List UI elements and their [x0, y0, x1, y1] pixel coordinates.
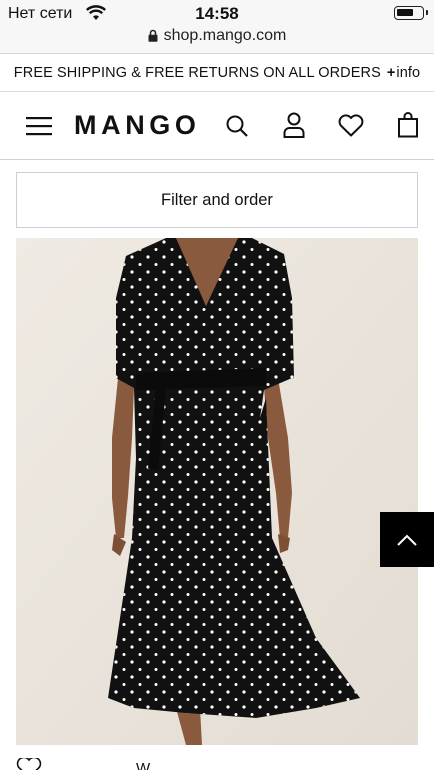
product-photo — [16, 238, 418, 745]
brand-logo[interactable]: MANGO — [74, 110, 201, 141]
user-icon[interactable] — [283, 112, 305, 138]
status-time: 14:58 — [195, 4, 239, 23]
promo-text: FREE SHIPPING & FREE RETURNS ON ALL ORDE… — [13, 64, 381, 81]
browser-url-bar[interactable]: shop.mango.com — [0, 27, 434, 54]
lock-icon — [148, 29, 158, 42]
promo-banner: FREE SHIPPING & FREE RETURNS ON ALL ORDE… — [0, 54, 434, 92]
site-header: MANGO — [0, 92, 434, 160]
url-text: shop.mango.com — [163, 27, 287, 44]
promo-info-link[interactable]: +info — [387, 65, 420, 81]
product-image[interactable] — [16, 238, 418, 745]
product-name[interactable]: W... — [136, 760, 162, 770]
search-icon[interactable] — [225, 114, 249, 138]
bag-icon[interactable] — [398, 112, 418, 138]
back-to-top-button[interactable] — [380, 512, 434, 567]
url-display[interactable]: shop.mango.com — [0, 27, 434, 45]
favorite-icon[interactable] — [16, 758, 42, 770]
product-info-row: W... — [0, 748, 434, 770]
status-bar: Нет сети 14:58 — [0, 0, 434, 27]
heart-icon[interactable] — [338, 114, 364, 137]
info-plus: + — [386, 64, 396, 81]
chevron-up-icon — [397, 534, 417, 546]
filter-and-order-button[interactable]: Filter and order — [16, 172, 418, 228]
battery-icon — [394, 6, 428, 20]
menu-icon[interactable] — [26, 116, 52, 136]
filter-label: Filter and order — [161, 190, 273, 209]
info-label: info — [396, 64, 421, 81]
